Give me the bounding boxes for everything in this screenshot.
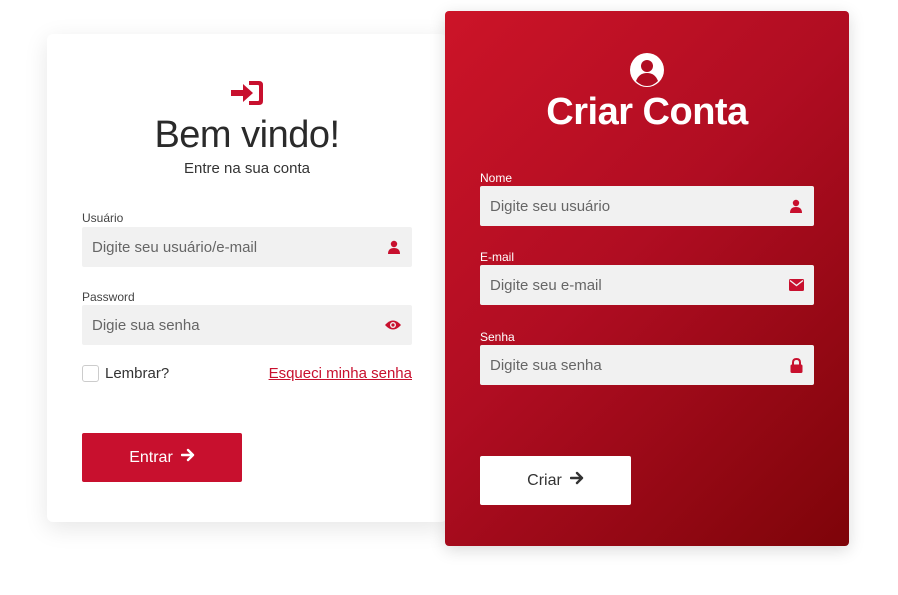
arrow-right-icon [180, 448, 195, 467]
login-title: Bem vindo! [154, 114, 340, 156]
remember-me[interactable]: Lembrar? [82, 365, 169, 382]
forgot-password-link[interactable]: Esqueci minha senha [269, 365, 412, 382]
email-field-wrapper [480, 265, 814, 305]
arrow-right-icon [569, 471, 584, 490]
create-button-label: Criar [527, 471, 562, 489]
remember-checkbox[interactable] [82, 365, 99, 382]
user-icon [386, 239, 402, 255]
enter-button-label: Entrar [129, 448, 173, 466]
email-input[interactable] [490, 276, 788, 294]
password-input[interactable] [92, 316, 384, 334]
username-field-wrapper [82, 227, 412, 267]
remember-label: Lembrar? [105, 365, 170, 382]
envelope-icon [788, 277, 804, 293]
user-icon [788, 198, 804, 214]
name-field-wrapper [480, 186, 814, 226]
username-input[interactable] [92, 238, 386, 256]
register-password-field-wrapper [480, 345, 814, 385]
register-card: Criar Conta Nome E-mail Senha [445, 11, 849, 546]
password-label: Senha [480, 330, 515, 344]
login-card: Bem vindo! Entre na sua conta Usuário Pa… [47, 34, 447, 522]
user-circle-icon [629, 52, 665, 88]
register-password-input[interactable] [490, 356, 788, 374]
name-input[interactable] [490, 197, 788, 215]
email-label: E-mail [480, 250, 515, 264]
username-label: Usuário [82, 211, 124, 225]
password-label: Password [82, 290, 135, 304]
lock-icon [788, 357, 804, 373]
register-title: Criar Conta [546, 91, 748, 133]
name-label: Nome [480, 171, 513, 185]
enter-button[interactable]: Entrar [82, 433, 242, 482]
create-button[interactable]: Criar [480, 456, 631, 505]
eye-icon[interactable] [384, 317, 402, 333]
login-subtitle: Entre na sua conta [184, 160, 310, 177]
password-field-wrapper [82, 305, 412, 345]
sign-in-icon [229, 79, 265, 107]
